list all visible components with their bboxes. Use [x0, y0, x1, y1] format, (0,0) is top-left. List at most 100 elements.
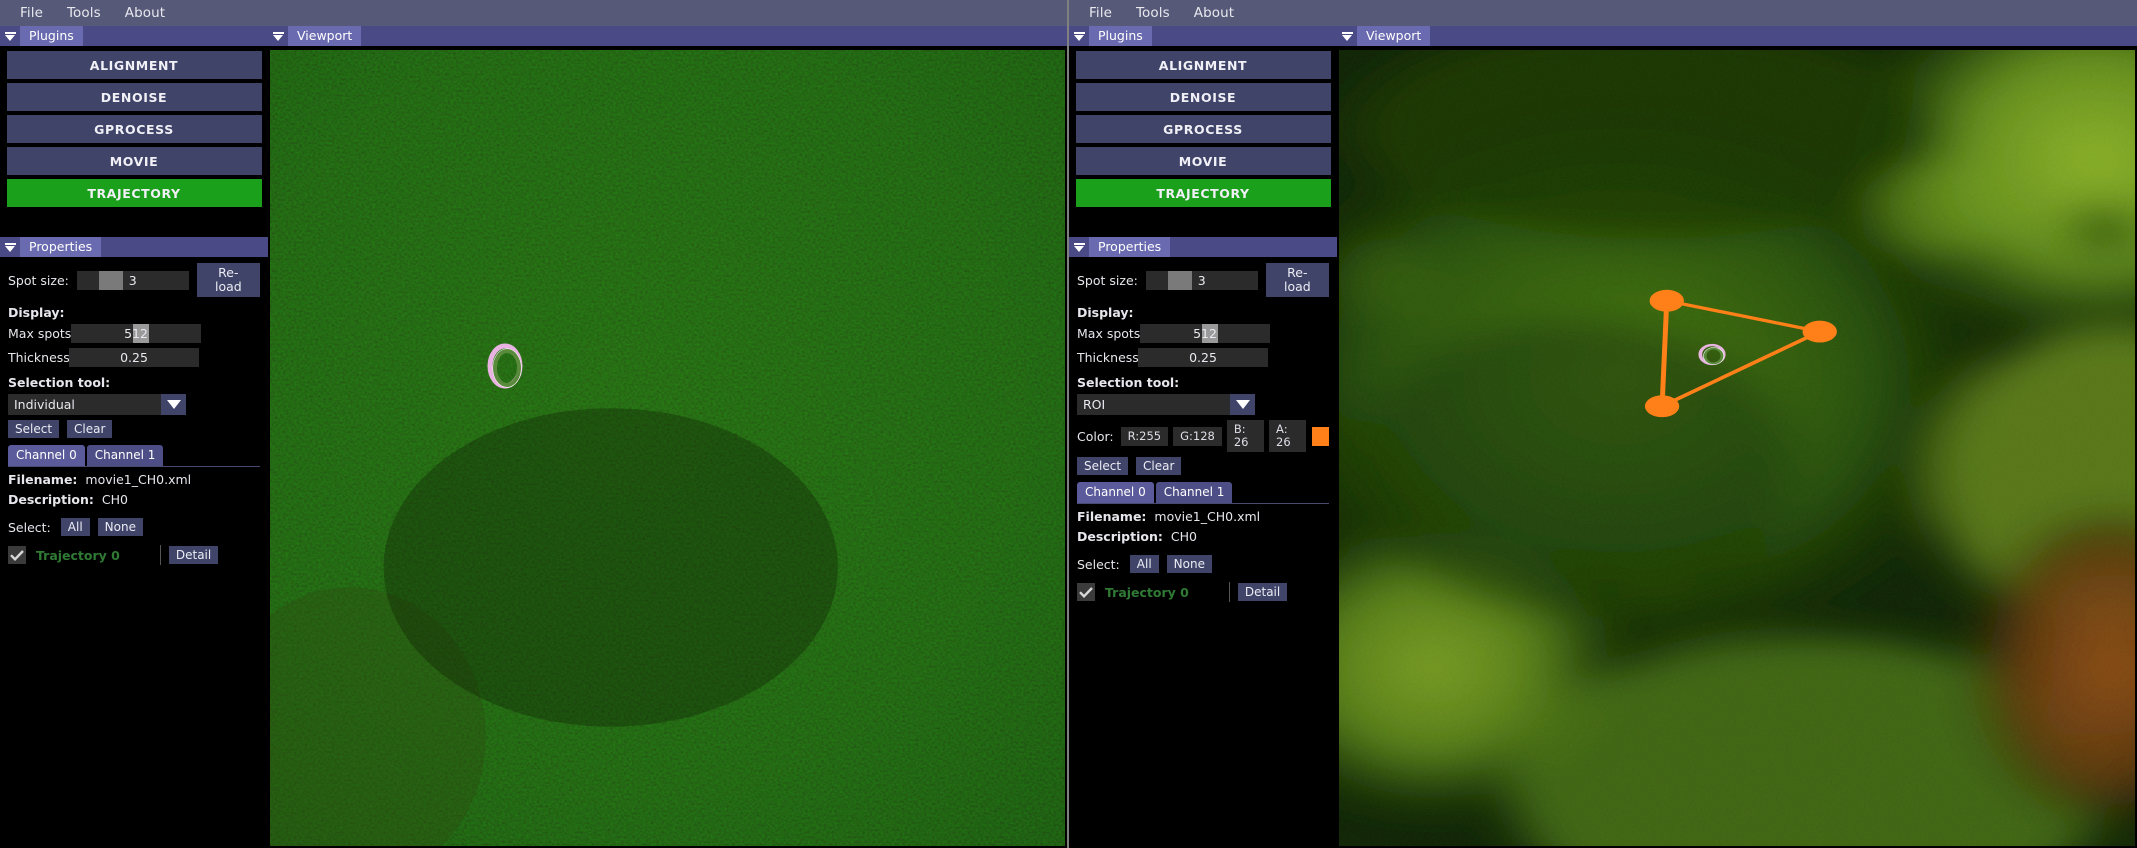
plugin-button-denoise[interactable]: DENOISE [1075, 83, 1331, 111]
trajectory-checkbox[interactable] [8, 546, 26, 564]
plugins-spacer [1069, 211, 1337, 237]
plugins-dock-header-left[interactable]: Plugins [0, 26, 268, 46]
menu-about[interactable]: About [113, 2, 177, 24]
selection-actions-row: Select Clear [8, 420, 260, 438]
menubar-left: File Tools About [0, 0, 1067, 26]
viewport-canvas-wrap-left [268, 46, 1067, 848]
thickness-value: 0.25 [120, 350, 148, 365]
select-button[interactable]: Select [8, 420, 60, 438]
tab-channel-0[interactable]: Channel 0 [8, 445, 85, 466]
spot-size-label: Spot size: [1077, 272, 1138, 288]
trajectory-detail-button[interactable]: Detail [1237, 583, 1288, 601]
tab-channel-1[interactable]: Channel 1 [86, 445, 164, 466]
select-row-label: Select: [1077, 556, 1120, 572]
selection-tool-value: ROI [1077, 394, 1230, 415]
thickness-row: Thickness: 0.25 [1077, 348, 1329, 367]
color-swatch[interactable] [1312, 426, 1329, 446]
plugins-dock-header-right[interactable]: Plugins [1069, 26, 1337, 46]
plugin-button-gprocess[interactable]: GPROCESS [6, 115, 262, 143]
display-section-label: Display: [8, 305, 65, 320]
trajectory-detail-button[interactable]: Detail [168, 546, 219, 564]
plugin-button-gprocess[interactable]: GPROCESS [1075, 115, 1331, 143]
select-row-label: Select: [8, 519, 51, 535]
selection-tool-section-label: Selection tool: [1077, 375, 1180, 390]
plugin-button-movie[interactable]: MOVIE [1075, 147, 1331, 175]
max-spots-slider[interactable]: 512 [71, 324, 201, 343]
trajectory-label: Trajectory 0 [1105, 584, 1189, 600]
thickness-field[interactable]: 0.25 [1138, 348, 1268, 367]
menu-about[interactable]: About [1182, 2, 1246, 24]
max-spots-value: 512 [1193, 326, 1217, 341]
window-left: File Tools About Plugins ALIGNMENT DENOI… [0, 0, 1067, 848]
spot-size-slider[interactable]: 3 [76, 270, 189, 290]
color-b-field[interactable]: B: 26 [1226, 420, 1265, 452]
viewport-dock-header-left[interactable]: Viewport [268, 26, 1067, 46]
properties-dock-title: Properties [20, 237, 102, 257]
chevron-down-icon[interactable] [161, 394, 186, 415]
selection-tool-dropdown[interactable]: ROI [1077, 394, 1255, 415]
filename-row: Filename: movie1_CH0.xml [1077, 509, 1329, 524]
max-spots-slider[interactable]: 512 [1140, 324, 1270, 343]
color-r-field[interactable]: R:255 [1120, 426, 1169, 446]
collapse-caret-icon[interactable] [0, 26, 20, 46]
plugins-pane-left: ALIGNMENT DENOISE GPROCESS MOVIE TRAJECT… [0, 46, 268, 237]
menu-file[interactable]: File [1077, 2, 1124, 24]
select-none-button[interactable]: None [1166, 555, 1212, 573]
plugin-button-denoise[interactable]: DENOISE [6, 83, 262, 111]
plugins-spacer [0, 211, 268, 237]
select-none-button[interactable]: None [97, 518, 143, 536]
spot-size-row: Spot size: 3 Re-load [8, 263, 260, 297]
select-all-button[interactable]: All [60, 518, 90, 536]
menu-tools[interactable]: Tools [1124, 2, 1182, 24]
properties-dock-header-right[interactable]: Properties [1069, 237, 1337, 257]
collapse-caret-icon[interactable] [0, 237, 20, 257]
selection-tool-dropdown[interactable]: Individual [8, 394, 186, 415]
properties-dock-header-left[interactable]: Properties [0, 237, 268, 257]
spot-size-slider[interactable]: 3 [1145, 270, 1258, 290]
spot-size-slider-knob[interactable] [1167, 270, 1192, 290]
color-g-field[interactable]: G:128 [1173, 426, 1222, 446]
collapse-caret-icon[interactable] [1069, 26, 1089, 46]
plugin-button-alignment[interactable]: ALIGNMENT [6, 51, 262, 79]
selection-actions-row: Select Clear [1077, 457, 1329, 475]
max-spots-row: Max spots: 512 [1077, 324, 1329, 343]
window-right: File Tools About Plugins ALIGNMENT DENOI… [1069, 0, 2137, 848]
chevron-down-icon[interactable] [1230, 394, 1255, 415]
filename-key: Filename: [1077, 509, 1147, 524]
clear-button[interactable]: Clear [67, 420, 113, 438]
clear-button[interactable]: Clear [1136, 457, 1182, 475]
selection-tool-section-label: Selection tool: [8, 375, 111, 390]
control-column-right: Plugins ALIGNMENT DENOISE GPROCESS MOVIE… [1069, 26, 1337, 848]
color-a-field[interactable]: A: 26 [1269, 420, 1307, 452]
menu-tools[interactable]: Tools [55, 2, 113, 24]
viewport-dock-title: Viewport [288, 26, 362, 46]
properties-pane-right: Spot size: 3 Re-load Display: Max spots: [1069, 257, 1337, 848]
plugin-button-trajectory[interactable]: TRAJECTORY [6, 179, 262, 207]
menu-file[interactable]: File [8, 2, 55, 24]
reload-button[interactable]: Re-load [1265, 263, 1329, 297]
trajectory-checkbox[interactable] [1077, 583, 1095, 601]
viewport-canvas-left[interactable] [270, 50, 1065, 846]
description-value: CH0 [101, 492, 128, 507]
spot-size-slider-knob[interactable] [98, 270, 123, 290]
plugin-button-movie[interactable]: MOVIE [6, 147, 262, 175]
collapse-caret-icon[interactable] [1069, 237, 1089, 257]
max-spots-row: Max spots: 512 [8, 324, 260, 343]
tab-channel-0[interactable]: Channel 0 [1077, 482, 1154, 503]
display-section-label: Display: [1077, 305, 1134, 320]
tab-channel-1[interactable]: Channel 1 [1155, 482, 1233, 503]
select-button[interactable]: Select [1077, 457, 1129, 475]
plugin-button-trajectory[interactable]: TRAJECTORY [1075, 179, 1331, 207]
collapse-caret-icon[interactable] [1337, 26, 1357, 46]
trajectory-list-item: Trajectory 0 Detail [1077, 582, 1329, 602]
plugin-button-alignment[interactable]: ALIGNMENT [1075, 51, 1331, 79]
select-all-button[interactable]: All [1129, 555, 1159, 573]
channel-tabs: Channel 0 Channel 1 [1077, 482, 1329, 504]
spot-marker-left [487, 343, 523, 389]
thickness-field[interactable]: 0.25 [69, 348, 199, 367]
viewport-dock-header-right[interactable]: Viewport [1337, 26, 2137, 46]
viewport-canvas-right[interactable] [1339, 50, 2135, 846]
reload-button[interactable]: Re-load [196, 263, 260, 297]
spot-size-label: Spot size: [8, 272, 69, 288]
collapse-caret-icon[interactable] [268, 26, 288, 46]
